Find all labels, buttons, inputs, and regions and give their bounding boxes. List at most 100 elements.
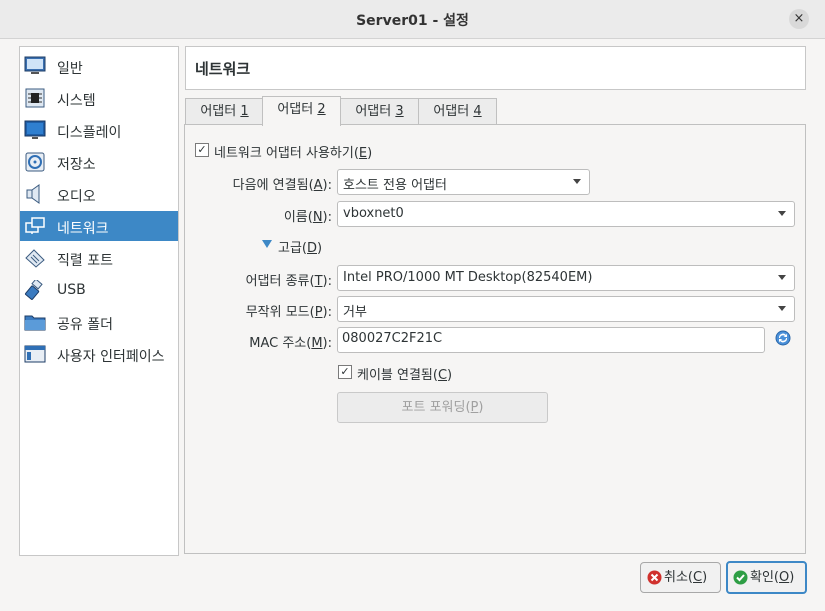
mnemonic: A xyxy=(313,178,323,193)
label-suffix: ) xyxy=(317,241,323,256)
page-title: 네트워크 xyxy=(195,60,251,78)
sidebar-item-display[interactable]: 디스플레이 xyxy=(20,115,178,145)
sidebar-item-shared-folders[interactable]: 공유 폴더 xyxy=(20,307,178,337)
close-icon: × xyxy=(793,11,805,26)
folder-icon xyxy=(24,315,46,331)
chip-icon xyxy=(25,88,45,108)
label-suffix: ) xyxy=(702,570,708,585)
attached-to-value: 호스트 전용 어댑터 xyxy=(343,178,447,193)
refresh-mac-icon[interactable] xyxy=(775,330,791,346)
serial-port-icon xyxy=(25,249,45,268)
cancel-label: 취소(C) xyxy=(664,563,707,592)
label-suffix: ) xyxy=(447,368,453,383)
mac-address-field[interactable] xyxy=(342,331,742,346)
cancel-button[interactable]: 취소(C) xyxy=(640,562,721,593)
mnemonic: T xyxy=(314,274,323,289)
label-text: MAC 주소( xyxy=(249,336,312,351)
sidebar-item-serial-ports[interactable]: 직렬 포트 xyxy=(20,243,178,273)
label-text: 어댑터 종류( xyxy=(245,274,315,289)
usb-icon xyxy=(24,280,43,300)
name-label: 이름(N): xyxy=(284,206,332,225)
tab-adapter-3[interactable]: 어댑터 3 xyxy=(340,98,419,125)
name-value: vboxnet0 xyxy=(343,206,404,221)
title-bar: Server01 - 설정 × xyxy=(0,0,825,39)
sidebar-item-label: 사용자 인터페이스 xyxy=(57,349,165,365)
tab-adapter-2[interactable]: 어댑터 2 xyxy=(262,96,341,126)
cable-connected-label[interactable]: 케이블 연결됨(C) xyxy=(357,364,452,383)
network-icon xyxy=(25,217,45,234)
attached-to-select[interactable]: 호스트 전용 어댑터 xyxy=(337,169,590,195)
sidebar-item-audio[interactable]: 오디오 xyxy=(20,179,178,209)
chevron-down-icon xyxy=(778,306,786,311)
promiscuous-mode-select[interactable]: 거부 xyxy=(337,296,795,322)
chevron-down-icon xyxy=(778,275,786,280)
label-suffix: ) xyxy=(367,146,373,161)
chevron-down-icon xyxy=(778,211,786,216)
label-text: 네트워크 어댑터 사용하기( xyxy=(214,146,359,161)
promiscuous-mode-label: 무작위 모드(P): xyxy=(246,301,332,320)
adapter-type-label: 어댑터 종류(T): xyxy=(246,270,332,289)
sidebar-item-label: 디스플레이 xyxy=(57,125,122,141)
ui-icon xyxy=(24,345,46,363)
label-text: 확인( xyxy=(750,570,779,585)
sidebar-item-label: USB xyxy=(57,282,86,298)
label-suffix: ): xyxy=(322,178,332,193)
mnemonic: O xyxy=(779,570,790,585)
sidebar-item-label: 저장소 xyxy=(57,157,96,173)
triangle-down-icon xyxy=(262,240,272,248)
label-suffix: ) xyxy=(478,400,484,415)
sidebar-item-system[interactable]: 시스템 xyxy=(20,83,178,113)
display-icon xyxy=(24,120,46,139)
tab-key: 2 xyxy=(317,102,326,117)
sidebar-item-label: 오디오 xyxy=(57,189,96,205)
close-button[interactable]: × xyxy=(789,9,809,29)
label-text: 다음에 연결됨( xyxy=(232,178,314,193)
label-text: 고급( xyxy=(278,241,307,256)
enable-adapter-checkbox[interactable]: ✓ xyxy=(195,143,209,157)
tab-key: 4 xyxy=(473,104,482,119)
tab-label: 어댑터 xyxy=(433,104,474,119)
cancel-icon xyxy=(647,570,662,585)
adapter-type-select[interactable]: Intel PRO/1000 MT Desktop(82540EM) xyxy=(337,265,795,291)
sidebar-item-storage[interactable]: 저장소 xyxy=(20,147,178,177)
label-suffix: ): xyxy=(322,274,332,289)
tab-key: 1 xyxy=(240,104,249,119)
storage-icon xyxy=(25,152,45,172)
label-suffix: ): xyxy=(322,305,332,320)
mnemonic: N xyxy=(312,210,323,225)
label-text: 취소( xyxy=(664,570,693,585)
enable-adapter-label[interactable]: 네트워크 어댑터 사용하기(E) xyxy=(214,142,372,161)
label-text: 무작위 모드( xyxy=(245,305,315,320)
check-icon xyxy=(733,570,748,585)
mnemonic: C xyxy=(693,570,703,585)
mnemonic: M xyxy=(311,336,323,351)
monitor-icon xyxy=(24,56,46,74)
cable-connected-checkbox[interactable]: ✓ xyxy=(338,365,352,379)
sidebar-item-general[interactable]: 일반 xyxy=(20,51,178,81)
sidebar-item-user-interface[interactable]: 사용자 인터페이스 xyxy=(20,339,178,369)
sidebar-item-usb[interactable]: USB xyxy=(20,275,178,305)
mnemonic: C xyxy=(437,368,448,383)
adapter-type-value: Intel PRO/1000 MT Desktop(82540EM) xyxy=(343,270,593,285)
window-title: Server01 - 설정 xyxy=(356,13,469,29)
tab-key: 3 xyxy=(395,104,404,119)
advanced-label: 고급(D) xyxy=(278,237,322,256)
label-suffix: ): xyxy=(322,210,332,225)
name-select[interactable]: vboxnet0 xyxy=(337,201,795,227)
sidebar-item-label: 직렬 포트 xyxy=(57,253,113,269)
sidebar-item-label: 네트워크 xyxy=(57,221,109,237)
sidebar-item-network[interactable]: 네트워크 xyxy=(20,211,178,241)
label-text: 케이블 연결됨( xyxy=(357,368,438,383)
port-forwarding-button[interactable]: 포트 포워딩(P) xyxy=(337,392,548,423)
page-header: 네트워크 xyxy=(185,46,806,90)
tab-adapter-4[interactable]: 어댑터 4 xyxy=(418,98,497,125)
speaker-icon xyxy=(26,184,40,204)
ok-button[interactable]: 확인(O) xyxy=(726,561,807,594)
label-text: 이름( xyxy=(283,210,313,225)
chevron-down-icon xyxy=(573,179,581,184)
ok-label: 확인(O) xyxy=(750,563,794,592)
sidebar-item-label: 공유 폴더 xyxy=(57,317,113,333)
label-suffix: ): xyxy=(322,336,332,351)
mac-address-input[interactable] xyxy=(337,327,765,353)
tab-adapter-1[interactable]: 어댑터 1 xyxy=(185,98,264,125)
